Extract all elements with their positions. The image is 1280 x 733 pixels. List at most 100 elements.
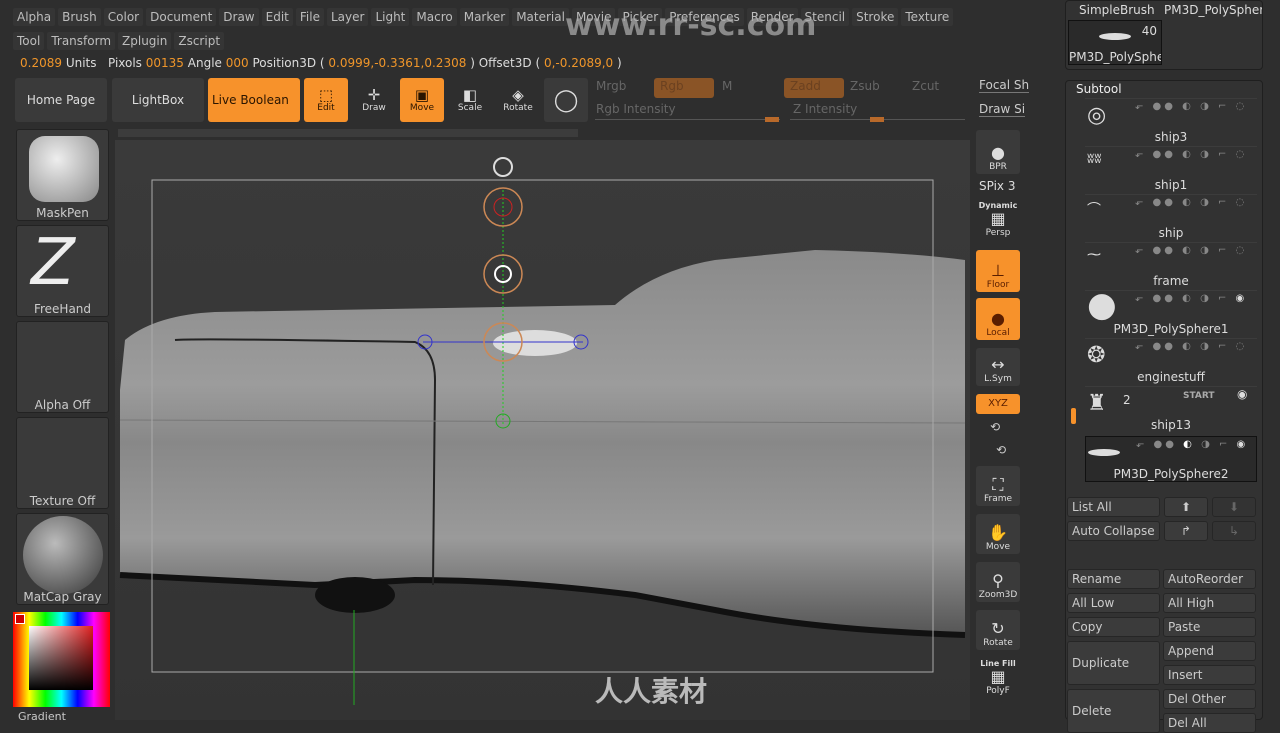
gizmo-button[interactable]: ◯ [544, 78, 588, 122]
z-rotate-icon[interactable]: ⟲ [996, 443, 1006, 457]
move-button[interactable]: ▣ Move [400, 78, 444, 122]
local-button[interactable]: ● Local [976, 298, 1020, 340]
scale-button[interactable]: ◧ Scale [448, 78, 492, 122]
menu-light[interactable]: Light [371, 8, 410, 26]
move-down-button[interactable]: ⬇ [1212, 497, 1256, 517]
copy-button[interactable]: Copy [1067, 617, 1160, 637]
focal-shift-slider[interactable]: Focal Sh [979, 78, 1030, 93]
rename-button[interactable]: Rename [1067, 569, 1160, 589]
subtool-toggles[interactable]: ⬐ ●● ◐ ◑ ⌐ ◉ [1136, 439, 1248, 450]
autoreorder-button[interactable]: AutoReorder [1163, 569, 1256, 589]
canvas-viewport[interactable]: 人人素材 [115, 140, 970, 720]
persp-button[interactable]: Dynamic ▦ Persp [976, 200, 1020, 240]
main-color-swatch[interactable] [15, 614, 25, 624]
current-tool-thumb[interactable]: 40 PM3D_PolySpher [1068, 20, 1162, 65]
subtool-toggles[interactable]: ⬐ ●● ◐ ◑ ⌐ ◉ [1135, 293, 1247, 304]
zcut-button[interactable]: Zcut [906, 78, 945, 98]
lsym-button[interactable]: ↔ L.Sym [976, 348, 1020, 386]
all-low-button[interactable]: All Low [1067, 593, 1160, 613]
zsub-button[interactable]: Zsub [844, 78, 886, 98]
subtool-item-polysphere1[interactable]: ● ⬐ ●● ◐ ◑ ⌐ ◉ PM3D_PolySphere1 [1085, 285, 1257, 336]
menu-layer[interactable]: Layer [326, 8, 369, 26]
home-page-button[interactable]: Home Page [15, 78, 107, 122]
menu-color[interactable]: Color [103, 8, 144, 26]
subtool-item-polysphere2[interactable]: ⬐ ●● ◐ ◑ ⌐ ◉ PM3D_PolySphere2 [1085, 436, 1257, 482]
menu-brush[interactable]: Brush [58, 8, 101, 26]
move-out-button[interactable]: ↳ [1212, 521, 1256, 541]
live-boolean-button[interactable]: Live Boolean [208, 78, 300, 122]
duplicate-button[interactable]: Duplicate [1067, 641, 1160, 685]
rgb-intensity-slider[interactable]: Rgb Intensity [590, 101, 682, 121]
polyf-button[interactable]: Line Fill ▦ PolyF [976, 656, 1020, 698]
z-intensity-slider[interactable]: Z Intensity [787, 101, 863, 121]
rgb-button[interactable]: Rgb [654, 78, 714, 98]
menu-edit[interactable]: Edit [261, 8, 293, 26]
del-all-button[interactable]: Del All [1163, 713, 1256, 733]
menu-macro[interactable]: Macro [412, 8, 457, 26]
color-picker[interactable] [13, 612, 110, 707]
menu-draw[interactable]: Draw [219, 8, 259, 26]
spix-slider[interactable]: SPix 3 [979, 179, 1015, 193]
slider-handle[interactable] [765, 117, 779, 122]
m-button[interactable]: M [716, 78, 738, 98]
append-button[interactable]: Append [1163, 641, 1256, 661]
menu-stroke[interactable]: Stroke [852, 8, 899, 26]
subtool-toggles[interactable]: ⬐ ●● ◐ ◑ ⌐ ◌ [1135, 245, 1247, 256]
bpr-button[interactable]: ● BPR [976, 130, 1020, 174]
eye-icon[interactable]: ◉ [1237, 387, 1247, 401]
subtool-item-ship13[interactable]: ♜ 2 START ◉ ship13 [1085, 386, 1257, 432]
rotate-button[interactable]: ◈ Rotate [496, 78, 540, 122]
move-up-button[interactable]: ⬆ [1164, 497, 1208, 517]
menu-marker[interactable]: Marker [459, 8, 510, 26]
slider-handle[interactable] [870, 117, 884, 122]
list-all-button[interactable]: List All [1067, 497, 1160, 517]
subtool-toggles[interactable]: ⬐ ●● ◐ ◑ ⌐ ◌ [1135, 341, 1247, 352]
color-square[interactable] [29, 626, 93, 690]
move-view-button[interactable]: ✋ Move [976, 514, 1020, 554]
subtool-item-ship1[interactable]: ʬʬ ⬐ ●● ◐ ◑ ⌐ ◌ ship1 [1085, 146, 1257, 192]
menu-transform[interactable]: Transform [47, 32, 116, 50]
subtool-item-ship[interactable]: ⌒ ⬐ ●● ◐ ◑ ⌐ ◌ ship [1085, 194, 1257, 240]
xyz-rotate-button[interactable]: XYZ [976, 394, 1020, 414]
menu-material[interactable]: Material [512, 8, 569, 26]
material-picker[interactable]: MatCap Gray [16, 513, 109, 605]
rotate-view-button[interactable]: ↻ Rotate [976, 610, 1020, 650]
texture-picker[interactable]: Texture Off [16, 417, 109, 509]
lightbox-button[interactable]: LightBox [112, 78, 204, 122]
auto-collapse-button[interactable]: Auto Collapse [1067, 521, 1160, 541]
edit-button[interactable]: ⬚ Edit [304, 78, 348, 122]
brush-picker[interactable]: MaskPen [16, 129, 109, 221]
subtool-toggles[interactable]: ⬐ ●● ◐ ◑ ⌐ ◌ [1135, 197, 1247, 208]
stroke-picker[interactable]: Z FreeHand [16, 225, 109, 317]
paste-button[interactable]: Paste [1163, 617, 1256, 637]
draw-button[interactable]: ✛ Draw [352, 78, 396, 122]
zoom3d-button[interactable]: ⚲ Zoom3D [976, 562, 1020, 602]
draw-size-slider[interactable]: Draw Si [979, 102, 1026, 117]
subtool-toggles[interactable]: ⬐ ●● ◐ ◑ ⌐ ◌ [1135, 149, 1247, 160]
subtool-item-frame[interactable]: ⁓ ⬐ ●● ◐ ◑ ⌐ ◌ frame [1085, 242, 1257, 288]
subtool-item-enginestuff[interactable]: ❂ ⬐ ●● ◐ ◑ ⌐ ◌ enginestuff [1085, 338, 1257, 384]
zadd-button[interactable]: Zadd [784, 78, 844, 98]
delete-button[interactable]: Delete [1067, 689, 1160, 733]
simplebrush-thumb-label[interactable]: SimpleBrush [1079, 3, 1155, 17]
menu-tool[interactable]: Tool [13, 32, 45, 50]
current-tool-label[interactable]: PM3D_PolySpher [1164, 3, 1262, 17]
subtool-toggles[interactable]: ⬐ ●● ◐ ◑ ⌐ ◌ [1135, 101, 1247, 112]
mrgb-button[interactable]: Mrgb [590, 78, 632, 98]
insert-button[interactable]: Insert [1163, 665, 1256, 685]
menu-zplugin[interactable]: Zplugin [118, 32, 172, 50]
del-other-button[interactable]: Del Other [1163, 689, 1256, 709]
menu-file[interactable]: File [295, 8, 324, 26]
move-in-button[interactable]: ↱ [1164, 521, 1208, 541]
subtool-scrollbar[interactable] [1071, 408, 1076, 424]
floor-button[interactable]: ⊥ Floor [976, 250, 1020, 292]
frame-button[interactable]: ⛶ Frame [976, 466, 1020, 506]
scroll-strip[interactable] [118, 129, 578, 137]
menu-texture[interactable]: Texture [901, 8, 954, 26]
all-high-button[interactable]: All High [1163, 593, 1256, 613]
subtool-title[interactable]: Subtool [1076, 82, 1122, 96]
menu-alpha[interactable]: Alpha [13, 8, 56, 26]
alpha-picker[interactable]: Alpha Off [16, 321, 109, 413]
menu-document[interactable]: Document [146, 8, 217, 26]
subtool-item-ship3[interactable]: ◎ ⬐ ●● ◐ ◑ ⌐ ◌ ship3 [1085, 98, 1257, 144]
